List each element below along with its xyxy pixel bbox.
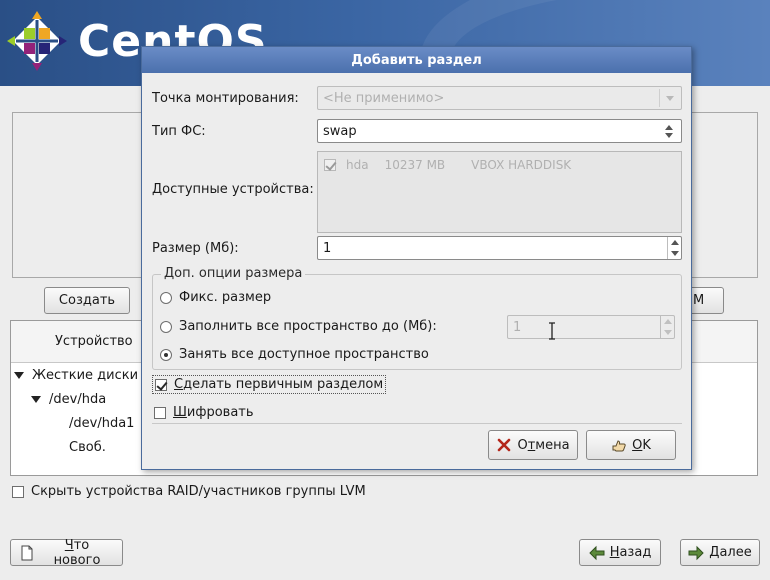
- back-label: Назад: [609, 545, 652, 560]
- tree-header-device: Устройство: [55, 334, 133, 349]
- fs-type-label: Тип ФС:: [152, 124, 206, 139]
- dialog-title: Добавить раздел: [351, 52, 482, 68]
- radio-fill-to-label: Заполнить все пространство до (Мб):: [179, 319, 437, 334]
- arrow-right-icon: [688, 545, 704, 560]
- radio-fill-all-label: Занять все доступное пространство: [179, 347, 429, 362]
- next-label: Далее: [709, 545, 752, 560]
- create-button[interactable]: Создать: [44, 287, 130, 314]
- mount-point-label: Точка монтирования:: [152, 91, 299, 106]
- radio-fill-to[interactable]: Заполнить все пространство до (Мб):: [160, 319, 437, 334]
- radio-fixed-size-label: Фикс. размер: [179, 290, 272, 305]
- size-label: Размер (Мб):: [152, 241, 239, 256]
- expander-down-icon[interactable]: [14, 372, 24, 379]
- spin-arrows-icon[interactable]: [660, 316, 674, 338]
- ok-label: ОK: [632, 437, 651, 453]
- device-size: 10237 MB: [384, 158, 446, 172]
- encrypt-label: Шифровать: [173, 405, 254, 420]
- device-name: hda: [346, 158, 369, 172]
- primary-partition-checkbox[interactable]: [155, 378, 167, 391]
- centos-logo-icon: [7, 11, 67, 71]
- tree-row-dev-hda[interactable]: /dev/hda: [31, 392, 106, 407]
- radio-fill-to-button[interactable]: [160, 320, 172, 333]
- mount-point-value: <Не применимо>: [323, 90, 445, 106]
- mount-point-combo[interactable]: <Не применимо>: [317, 86, 682, 110]
- tree-row-free[interactable]: Своб.: [69, 440, 106, 455]
- close-icon: [498, 438, 511, 452]
- size-value: 1: [323, 240, 332, 256]
- devices-list[interactable]: hda 10237 MB VBOX HARDDISK: [317, 151, 682, 233]
- fs-type-value: swap: [323, 123, 357, 139]
- expander-down-icon[interactable]: [31, 396, 41, 403]
- add-partition-dialog: Добавить раздел Точка монтирования: <Не …: [141, 46, 692, 470]
- size-spinbutton[interactable]: 1: [317, 236, 682, 260]
- arrow-left-icon: [588, 545, 605, 560]
- radio-fixed-size-button[interactable]: [160, 291, 172, 304]
- updown-arrows-icon: [659, 122, 679, 140]
- dialog-separator: [152, 423, 682, 424]
- tree-row-label: Жесткие диски: [32, 368, 139, 383]
- tree-row-dev-hda1[interactable]: /dev/hda1: [69, 416, 134, 431]
- cancel-label: Отмена: [517, 437, 570, 453]
- radio-fixed-size[interactable]: Фикс. размер: [160, 290, 271, 305]
- tree-row-label: /dev/hda1: [69, 416, 135, 431]
- whats-new-label: Что нового: [53, 537, 101, 568]
- size-options-frame: Доп. опции размера Фикс. размер Заполнит…: [152, 266, 682, 370]
- devices-label: Доступные устройства:: [152, 182, 314, 197]
- whats-new-button[interactable]: Что нового: [10, 537, 123, 568]
- encrypt-row[interactable]: Шифровать: [154, 405, 254, 420]
- spin-arrows-icon[interactable]: [667, 237, 681, 259]
- primary-partition-row[interactable]: Сделать первичным разделом: [152, 375, 387, 394]
- document-icon: [21, 545, 33, 560]
- next-button[interactable]: Далее: [680, 539, 760, 566]
- tree-row-label: /dev/hda: [49, 392, 107, 407]
- dialog-title-bar[interactable]: Добавить раздел: [142, 47, 691, 73]
- device-row[interactable]: hda 10237 MB VBOX HARDDISK: [324, 158, 571, 172]
- device-checkbox[interactable]: [324, 159, 336, 171]
- cancel-button[interactable]: Отмена: [488, 430, 578, 460]
- hide-raid-checkbox-row[interactable]: Скрыть устройства RAID/участников группы…: [12, 484, 366, 499]
- hide-raid-checkbox[interactable]: [12, 485, 24, 498]
- radio-fill-all-button[interactable]: [160, 348, 172, 361]
- fill-to-value: 1: [513, 319, 522, 335]
- ok-button[interactable]: ОK: [586, 430, 676, 460]
- chevron-down-icon: [659, 89, 679, 107]
- radio-fill-all[interactable]: Занять все доступное пространство: [160, 347, 429, 362]
- fill-to-spinbutton[interactable]: 1: [507, 315, 675, 339]
- partial-button-glyph: М: [693, 293, 705, 308]
- hide-raid-label: Скрыть устройства RAID/участников группы…: [31, 484, 366, 499]
- text-cursor-icon: [549, 322, 555, 340]
- tree-row-label: Своб.: [69, 440, 106, 455]
- ok-hand-icon: [612, 440, 626, 452]
- device-model: VBOX HARDDISK: [471, 158, 572, 172]
- fs-type-combo[interactable]: swap: [317, 119, 682, 143]
- back-button[interactable]: Назад: [579, 539, 661, 566]
- encrypt-checkbox[interactable]: [154, 406, 166, 419]
- create-button-label: Создать: [58, 293, 116, 308]
- size-options-title: Доп. опции размера: [161, 266, 306, 281]
- primary-partition-label: Сделать первичным разделом: [174, 377, 384, 392]
- tree-row-hard-disks[interactable]: Жесткие диски: [14, 368, 138, 383]
